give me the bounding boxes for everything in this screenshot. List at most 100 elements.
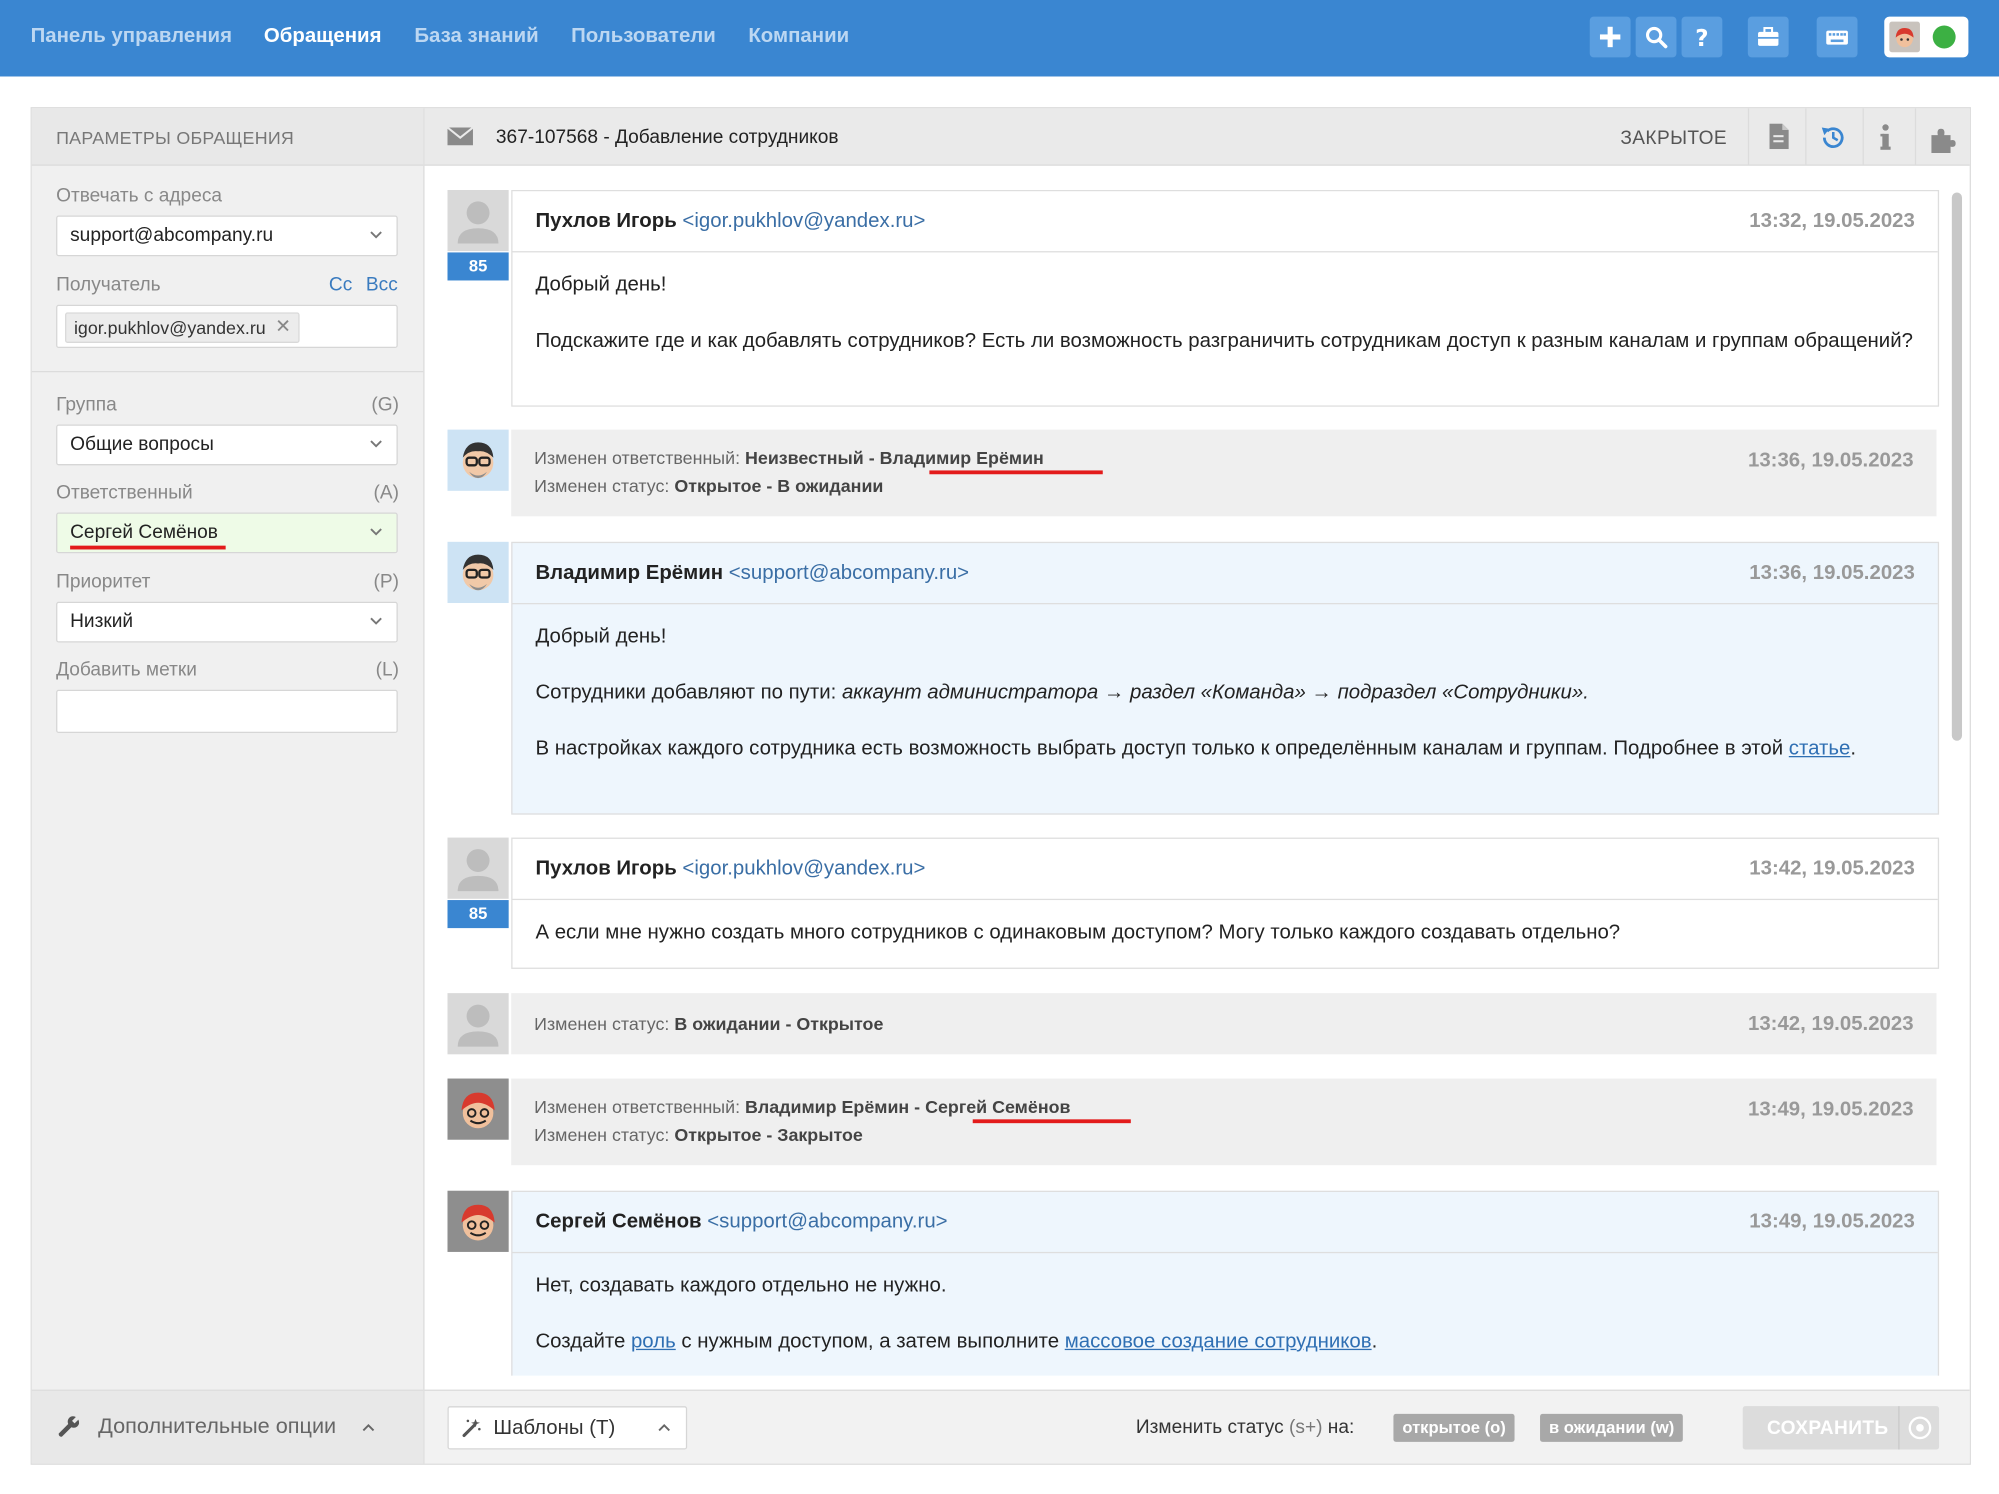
reply-action-bar: Шаблоны (T) Изменить статус (s+) на: отк… <box>424 1389 1970 1464</box>
status-open-button[interactable]: открытое (o) <box>1393 1413 1515 1442</box>
assignee-hotkey: (A) <box>373 481 400 504</box>
message-text: В настройках каждого сотрудника есть воз… <box>535 738 1857 760</box>
divider <box>1805 108 1807 165</box>
customer-badge: 85 <box>447 900 509 929</box>
assignee-label: Ответственный <box>56 481 193 504</box>
recipient-label: Получатель <box>56 274 161 296</box>
pdf-icon[interactable] <box>1767 123 1790 150</box>
message-time: 13:36, 19.05.2023 <box>1749 562 1915 584</box>
chevron-down-icon <box>370 617 382 625</box>
parameters-title: ПАРАМЕТРЫ ОБРАЩЕНИЯ <box>56 127 295 148</box>
svg-text:?: ? <box>1695 26 1708 49</box>
briefcase-icon <box>1758 27 1779 46</box>
message-author: Владимир Ерёмин <support@abcompany.ru> <box>535 562 969 585</box>
nav-item-dashboard[interactable]: Панель управления <box>31 25 232 48</box>
system-avatar <box>447 993 509 1055</box>
event-from: Неизвестный <box>745 447 864 468</box>
thread-scrollbar[interactable] <box>1951 192 1963 741</box>
help-button[interactable]: ? <box>1681 16 1723 58</box>
author-email[interactable]: <support@abcompany.ru> <box>707 1211 947 1233</box>
change-status-label: Изменить статус (s+) на: <box>1135 1416 1355 1439</box>
nav-item-knowledge-base[interactable]: База знаний <box>414 25 538 48</box>
priority-select[interactable]: Низкий <box>56 601 398 643</box>
cc-link[interactable]: Cc <box>329 274 352 296</box>
author-email[interactable]: <igor.pukhlov@yandex.ru> <box>682 210 925 232</box>
priority-label: Приоритет <box>56 571 151 593</box>
reply-from-select[interactable]: support@abcompany.ru <box>56 215 398 257</box>
message-customer: Пухлов Игорь <igor.pukhlov@yandex.ru> 13… <box>511 837 1940 969</box>
agent-avatar-image <box>462 554 494 591</box>
ticket-card: ПАРАМЕТРЫ ОБРАЩЕНИЯ Отвечать с адреса su… <box>30 107 1971 1465</box>
search-button[interactable] <box>1635 16 1677 58</box>
author-email[interactable]: <support@abcompany.ru> <box>729 562 969 584</box>
priority-value: Низкий <box>70 610 134 633</box>
ticket-status-label: ЗАКРЫТОЕ <box>1620 127 1728 150</box>
chevron-up-icon <box>362 1423 375 1432</box>
nav-item-users[interactable]: Пользователи <box>571 25 716 48</box>
ticket-parameters-panel: ПАРАМЕТРЫ ОБРАЩЕНИЯ Отвечать с адреса su… <box>31 108 425 1464</box>
event-time: 13:49, 19.05.2023 <box>1747 1098 1914 1121</box>
keyboard-shortcuts-button[interactable] <box>1816 16 1858 58</box>
message-agent: Сергей Семёнов <support@abcompany.ru> 13… <box>511 1190 1940 1376</box>
assignee-value: Сергей Семёнов <box>70 521 218 544</box>
nav-item-companies[interactable]: Компании <box>748 25 849 48</box>
agent-avatar <box>447 1190 509 1252</box>
recipient-input[interactable]: igor.pukhlov@yandex.ru ✕ <box>56 304 398 349</box>
message-time: 13:32, 19.05.2023 <box>1749 210 1915 233</box>
tags-label: Добавить метки <box>56 659 197 681</box>
nav-item-tickets[interactable]: Обращения <box>264 25 382 48</box>
ticket-subject: 367-107568 - Добавление сотрудников <box>495 126 839 148</box>
divider <box>31 370 424 373</box>
recipient-chip: igor.pukhlov@yandex.ru ✕ <box>65 312 301 343</box>
bcc-link[interactable]: Bcc <box>366 274 398 296</box>
user-placeholder-icon <box>457 1004 499 1047</box>
mass-create-link[interactable]: массовое создание сотрудников <box>1065 1331 1372 1353</box>
info-icon[interactable] <box>1879 124 1892 152</box>
message-author: Сергей Семёнов <support@abcompany.ru> <box>535 1211 947 1234</box>
new-ticket-button[interactable] <box>1589 16 1631 58</box>
author-email[interactable]: <igor.pukhlov@yandex.ru> <box>682 858 925 880</box>
user-menu[interactable] <box>1884 16 1969 58</box>
status-waiting-button[interactable]: в ожидании (w) <box>1540 1413 1684 1442</box>
save-label: СОХРАНИТЬ <box>1766 1417 1889 1440</box>
extra-options-bar[interactable]: Дополнительные опции <box>31 1389 424 1464</box>
message-header: Сергей Семёнов <support@abcompany.ru> 13… <box>512 1192 1938 1254</box>
divider <box>1898 1406 1900 1450</box>
user-avatar <box>1889 21 1920 53</box>
user-placeholder-icon <box>457 849 499 892</box>
tags-input[interactable] <box>56 689 398 734</box>
event-from: Владимир Ерёмин <box>745 1096 910 1117</box>
templates-button[interactable]: Шаблоны (T) <box>447 1406 688 1450</box>
divider <box>1914 108 1917 165</box>
keyboard-icon <box>1826 30 1848 45</box>
article-link[interactable]: статье <box>1789 738 1851 760</box>
message-time: 13:42, 19.05.2023 <box>1749 857 1915 880</box>
author-name: Пухлов Игорь <box>535 210 677 233</box>
message-customer: Пухлов Игорь <igor.pukhlov@yandex.ru> 13… <box>511 189 1940 407</box>
message-author: Пухлов Игорь <igor.pukhlov@yandex.ru> <box>535 210 925 233</box>
customer-badge: 85 <box>447 252 509 281</box>
history-icon[interactable] <box>1819 124 1847 152</box>
agent-avatar-image <box>462 442 494 479</box>
chevron-down-icon <box>370 231 382 239</box>
customer-avatar <box>447 837 509 899</box>
help-icon: ? <box>1695 26 1708 49</box>
message-time: 13:49, 19.05.2023 <box>1749 1211 1915 1233</box>
remove-recipient-icon[interactable]: ✕ <box>275 314 291 342</box>
puzzle-icon[interactable] <box>1929 126 1957 154</box>
briefcase-button[interactable] <box>1747 16 1789 58</box>
extra-options-label: Дополнительные опции <box>98 1413 337 1439</box>
target-icon[interactable] <box>1907 1415 1932 1440</box>
author-name: Пухлов Игорь <box>535 857 677 880</box>
chevron-up-icon <box>658 1423 670 1432</box>
role-link[interactable]: роль <box>631 1331 676 1353</box>
message-header: Владимир Ерёмин <support@abcompany.ru> 1… <box>512 543 1938 605</box>
message-text: Сотрудники добавляют по пути: аккаунт ад… <box>535 682 1589 704</box>
group-select[interactable]: Общие вопросы <box>56 424 398 466</box>
reply-from-label: Отвечать с адреса <box>56 184 223 207</box>
event-line: Изменен статус: Открытое - Закрытое <box>534 1124 863 1145</box>
user-placeholder-icon <box>457 201 499 244</box>
customer-avatar <box>447 189 509 252</box>
save-button[interactable]: СОХРАНИТЬ <box>1742 1406 1940 1450</box>
recipient-chip-label: igor.pukhlov@yandex.ru <box>73 317 266 338</box>
